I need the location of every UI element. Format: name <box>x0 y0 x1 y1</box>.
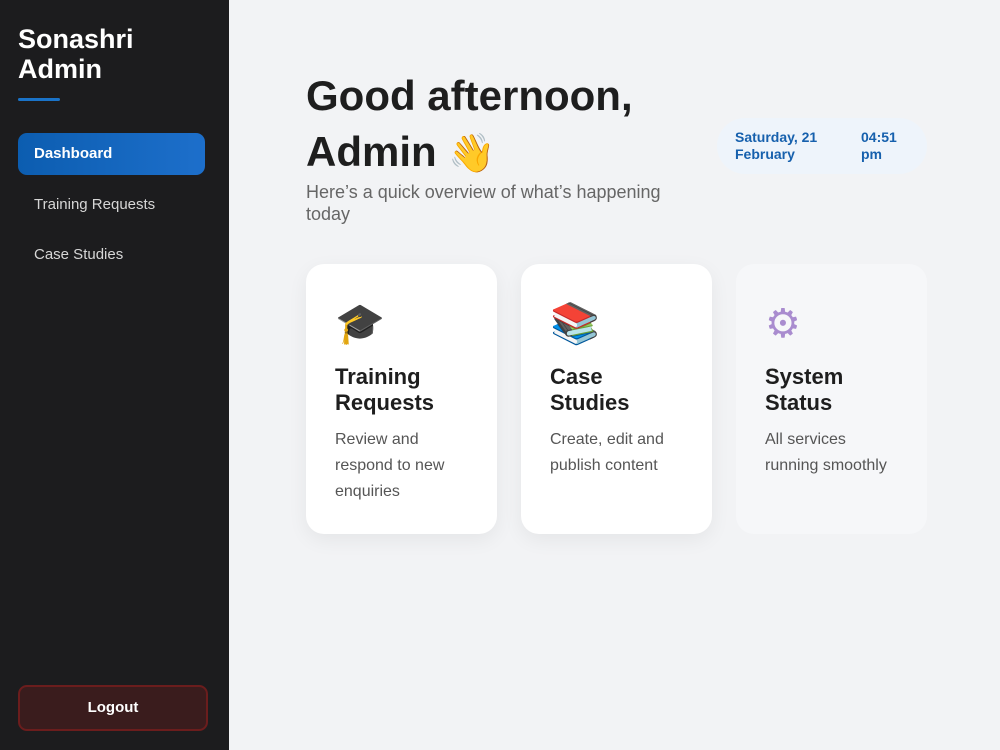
sidebar: Sonashri Admin Dashboard Training Reques… <box>0 0 229 750</box>
current-date: Saturday, 21 February <box>735 129 818 162</box>
card-description: Review and respond to new enquiries <box>335 431 445 500</box>
gear-icon: ⚙ <box>765 302 801 346</box>
card-title: Case Studies <box>550 364 630 415</box>
card-training-requests[interactable]: 🎓 Training Requests Review and respond t… <box>306 264 497 534</box>
card-title: System Status <box>765 364 844 415</box>
brand-underline <box>18 98 60 101</box>
card-title: Training Requests <box>335 364 435 415</box>
card-description: Create, edit and publish content <box>550 431 664 474</box>
sidebar-item-training-requests[interactable]: Training Requests <box>18 184 205 226</box>
page-subtitle: Here’s a quick overview of what’s happen… <box>306 182 661 224</box>
card-description: All services running smoothly <box>765 431 887 474</box>
sidebar-item-case-studies[interactable]: Case Studies <box>18 234 205 276</box>
card-case-studies[interactable]: 📚 Case Studies Create, edit and publish … <box>521 264 712 534</box>
current-time: 04:51 pm <box>861 129 897 162</box>
graduation-cap-icon: 🎓 <box>335 302 385 346</box>
waving-hand-icon: 👋 <box>448 133 496 175</box>
sidebar-nav: Dashboard Training Requests Case Studies <box>18 133 205 285</box>
main-content: Good afternoon, Admin 👋 Here’s a quick o… <box>229 0 1000 750</box>
datetime-badge: Saturday, 21 February 04:51 pm <box>717 118 927 174</box>
logout-button[interactable]: Logout <box>18 685 208 731</box>
page-title: Good afternoon, Admin 👋 <box>306 68 726 182</box>
brand-title: Sonashri Admin <box>18 24 134 84</box>
app: Sonashri Admin Dashboard Training Reques… <box>0 0 1000 750</box>
books-icon: 📚 <box>550 302 600 346</box>
sidebar-item-dashboard[interactable]: Dashboard <box>18 133 205 175</box>
card-system-status[interactable]: ⚙ System Status All services running smo… <box>736 264 927 534</box>
